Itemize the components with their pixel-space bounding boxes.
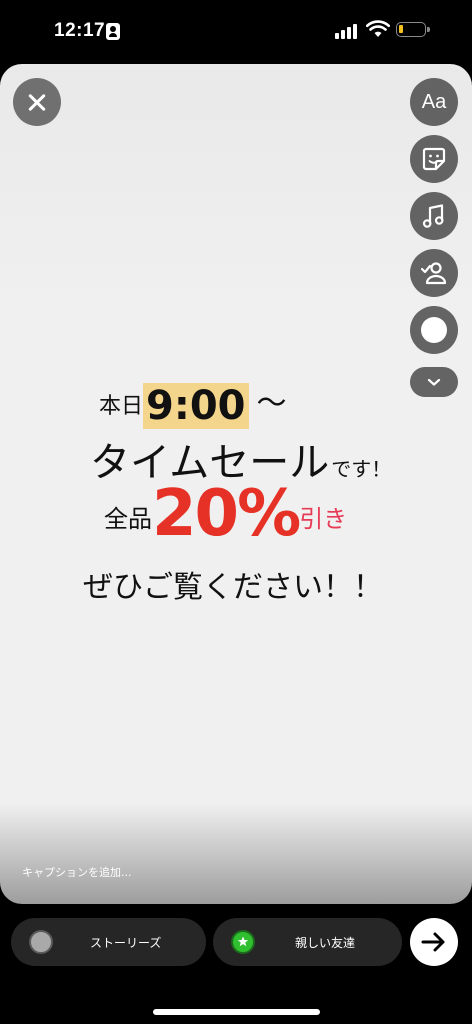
mention-button[interactable] bbox=[410, 249, 458, 297]
all-items-label: 全品 bbox=[104, 505, 152, 533]
tilde: 〜 bbox=[256, 386, 287, 421]
today-label: 本日 bbox=[99, 394, 144, 419]
off-label: 引き bbox=[299, 505, 348, 533]
more-tools-button[interactable] bbox=[410, 367, 458, 397]
music-icon bbox=[422, 204, 444, 228]
discount-percent: 20% bbox=[152, 477, 301, 551]
story-canvas[interactable]: Aa 本日9:00 〜 タイムセール です！ 全品20%引き ぜひご覧ください！… bbox=[0, 64, 472, 904]
music-button[interactable] bbox=[410, 192, 458, 240]
wifi-icon bbox=[366, 20, 390, 37]
story-text-line-3[interactable]: 全品20%引き bbox=[104, 477, 347, 551]
draw-circle-icon bbox=[421, 317, 447, 343]
share-to-close-friends-button[interactable]: 親しい友達 bbox=[213, 918, 402, 966]
home-indicator[interactable] bbox=[153, 1009, 320, 1015]
clock: 12:17 bbox=[54, 20, 106, 41]
battery-icon bbox=[396, 22, 430, 37]
story-text-line-4[interactable]: ぜひご覧ください！！ bbox=[83, 562, 383, 606]
next-button[interactable] bbox=[410, 918, 458, 966]
sticker-button[interactable] bbox=[410, 135, 458, 183]
close-friends-label: 親しい友達 bbox=[295, 936, 356, 950]
text-tool-button[interactable]: Aa bbox=[410, 78, 458, 126]
arrow-right-icon bbox=[421, 932, 445, 952]
sticker-icon bbox=[422, 147, 446, 171]
status-bar: 12:17 bbox=[0, 0, 472, 62]
share-to-stories-button[interactable]: ストーリーズ bbox=[11, 918, 206, 966]
text-tool-icon: Aa bbox=[421, 90, 447, 113]
stories-avatar bbox=[29, 930, 53, 954]
close-friends-star-icon bbox=[231, 930, 255, 954]
draw-button[interactable] bbox=[410, 306, 458, 354]
story-text-line-1[interactable]: 本日9:00 〜 bbox=[99, 378, 287, 429]
caption-input[interactable]: キャプションを追加... bbox=[22, 864, 132, 880]
mention-icon bbox=[420, 262, 447, 285]
stories-label: ストーリーズ bbox=[90, 936, 162, 950]
cellular-signal-icon bbox=[335, 23, 361, 39]
time-highlight: 9:00 bbox=[143, 383, 249, 429]
close-button[interactable] bbox=[13, 78, 61, 126]
focus-person-icon bbox=[106, 23, 120, 40]
chevron-down-icon bbox=[427, 378, 441, 386]
